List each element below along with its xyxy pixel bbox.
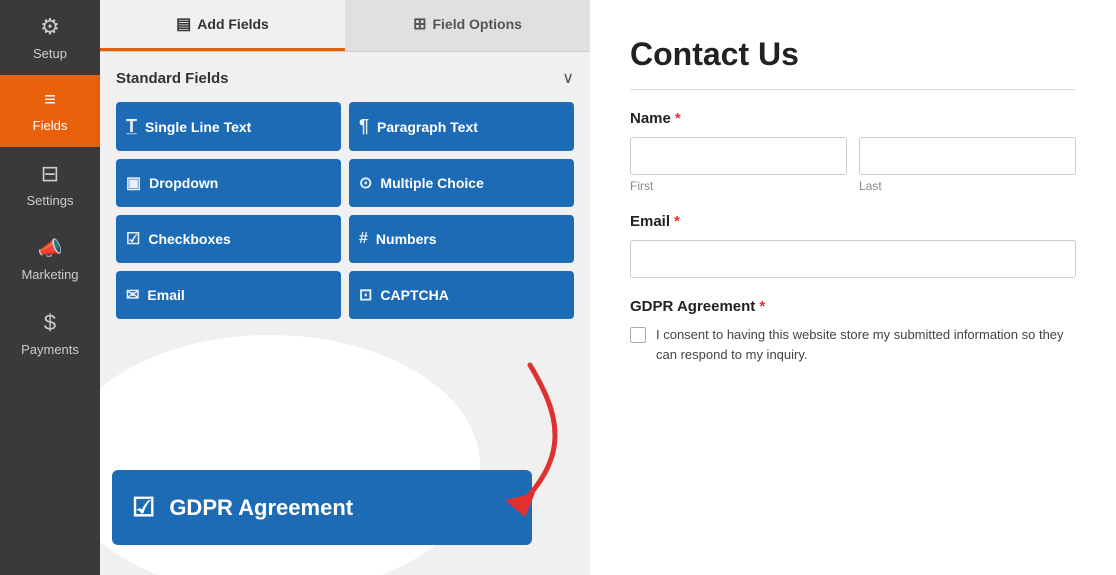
multiple-choice-icon: ⊙ [359,173,372,193]
gdpr-btn-label: GDPR Agreement [169,495,353,521]
field-btn-checkboxes[interactable]: ☑ Checkboxes [116,215,341,263]
field-btn-captcha[interactable]: ⊡ CAPTCHA [349,271,574,319]
first-name-sublabel: First [630,179,847,193]
field-btn-dropdown[interactable]: ▣ Dropdown [116,159,341,207]
sidebar: ⚙ Setup ≡ Fields ⊟ Settings 📣 Marketing … [0,0,100,575]
gdpr-required-star: * [759,298,765,315]
first-name-input[interactable] [630,137,847,175]
field-btn-paragraph-text-label: Paragraph Text [377,119,478,135]
payments-icon: $ [44,310,56,336]
sidebar-item-payments[interactable]: $ Payments [0,296,100,371]
tab-add-fields-label: Add Fields [197,16,269,32]
sidebar-item-setup-label: Setup [33,46,67,61]
fields-panel: ▤ Add Fields ⊞ Field Options Standard Fi… [100,0,590,575]
field-btn-numbers-label: Numbers [376,231,437,247]
gdpr-consent-row: I consent to having this website store m… [630,325,1076,364]
standard-fields-title: Standard Fields [116,70,229,87]
sidebar-item-settings-label: Settings [27,193,74,208]
checkboxes-icon: ☑ [126,229,140,249]
gdpr-label-text: GDPR Agreement [630,298,755,315]
last-name-sublabel: Last [859,179,1076,193]
field-btn-gdpr-agreement[interactable]: ☑ GDPR Agreement [112,470,532,545]
settings-icon: ⊟ [41,161,59,187]
gdpr-spotlight: ☑ GDPR Agreement [100,375,590,575]
sidebar-item-setup[interactable]: ⚙ Setup [0,0,100,75]
email-input[interactable] [630,240,1076,278]
sidebar-item-payments-label: Payments [21,342,79,357]
email-label: Email * [630,213,1076,230]
gdpr-consent-text: I consent to having this website store m… [656,325,1076,364]
sidebar-item-marketing[interactable]: 📣 Marketing [0,222,100,296]
name-required-star: * [675,110,681,127]
tab-field-options[interactable]: ⊞ Field Options [345,0,590,51]
field-btn-multiple-choice-label: Multiple Choice [380,175,483,191]
add-fields-tab-icon: ▤ [176,14,191,34]
field-btn-dropdown-label: Dropdown [149,175,218,191]
dropdown-icon: ▣ [126,173,141,193]
field-btn-single-line-text[interactable]: T̲ Single Line Text [116,102,341,151]
last-name-input[interactable] [859,137,1076,175]
field-options-tab-icon: ⊞ [413,14,426,34]
field-btn-numbers[interactable]: # Numbers [349,215,574,263]
form-title: Contact Us [630,36,1076,73]
gear-icon: ⚙ [40,14,60,40]
field-btn-email-label: Email [147,287,184,303]
field-btn-multiple-choice[interactable]: ⊙ Multiple Choice [349,159,574,207]
email-icon: ✉ [126,285,139,305]
gdpr-btn-container: ☑ GDPR Agreement [112,470,578,545]
first-name-wrap: First [630,137,847,193]
sidebar-item-fields[interactable]: ≡ Fields [0,75,100,147]
form-divider [630,89,1076,90]
single-line-text-icon: T̲ [126,116,137,137]
numbers-icon: # [359,230,368,248]
sidebar-item-settings[interactable]: ⊟ Settings [0,147,100,222]
fields-icon: ≡ [44,89,56,112]
tab-add-fields[interactable]: ▤ Add Fields [100,0,345,51]
paragraph-text-icon: ¶ [359,116,369,137]
sidebar-item-marketing-label: Marketing [21,267,78,282]
email-required-star: * [674,213,680,230]
name-inputs-row: First Last [630,137,1076,193]
gdpr-checkbox-icon: ☑ [132,492,155,523]
captcha-icon: ⊡ [359,285,372,305]
field-btn-checkboxes-label: Checkboxes [148,231,230,247]
gdpr-label: GDPR Agreement * [630,298,1076,315]
form-field-name: Name * First Last [630,110,1076,193]
field-btn-email[interactable]: ✉ Email [116,271,341,319]
form-preview-panel: Contact Us Name * First Last Email * G [590,0,1116,575]
name-label-text: Name [630,110,671,127]
field-btn-paragraph-text[interactable]: ¶ Paragraph Text [349,102,574,151]
field-btn-single-line-text-label: Single Line Text [145,119,251,135]
standard-fields-header: Standard Fields ∨ [116,68,574,88]
fields-grid: T̲ Single Line Text ¶ Paragraph Text ▣ D… [116,102,574,319]
sidebar-item-fields-label: Fields [33,118,68,133]
tab-field-options-label: Field Options [432,16,521,32]
form-field-gdpr: GDPR Agreement * I consent to having thi… [630,298,1076,364]
tab-bar: ▤ Add Fields ⊞ Field Options [100,0,590,52]
marketing-icon: 📣 [38,236,63,261]
email-label-text: Email [630,213,670,230]
name-label: Name * [630,110,1076,127]
last-name-wrap: Last [859,137,1076,193]
field-btn-captcha-label: CAPTCHA [380,287,448,303]
form-field-email: Email * [630,213,1076,278]
gdpr-consent-checkbox[interactable] [630,327,646,343]
chevron-down-icon[interactable]: ∨ [562,68,574,88]
